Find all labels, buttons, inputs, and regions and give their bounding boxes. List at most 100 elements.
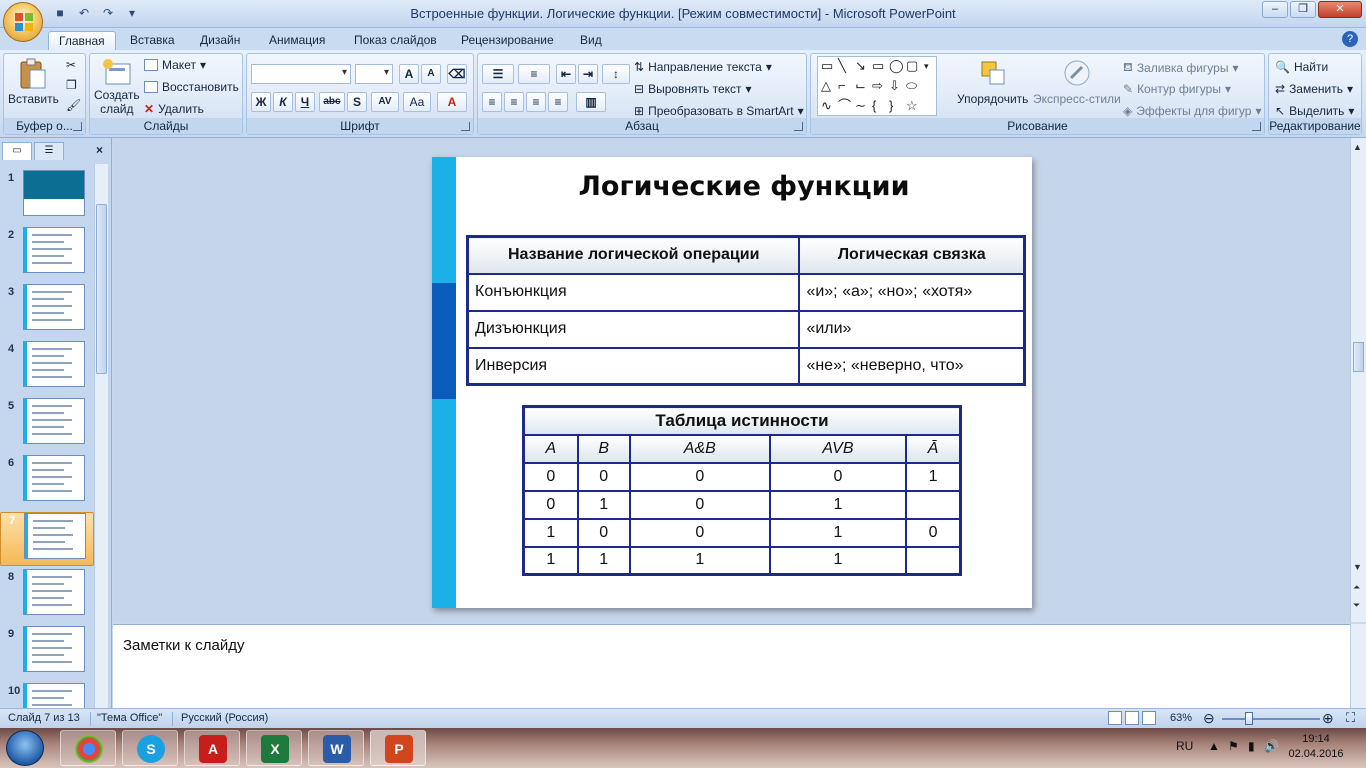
change-case-button[interactable]: Aa xyxy=(403,92,431,112)
slide-thumbnail[interactable]: 2 xyxy=(0,227,94,281)
curve-shape-icon[interactable]: ∿ xyxy=(821,99,832,113)
reset-button[interactable]: Восстановить xyxy=(144,80,239,94)
align-text-button[interactable]: ⊟ Выровнять текст ▾ xyxy=(634,82,752,96)
layout-button[interactable]: Макет ▾ xyxy=(144,58,206,72)
volume-icon[interactable]: 🔊 xyxy=(1264,739,1279,753)
tab-design[interactable]: Дизайн xyxy=(200,31,240,50)
font-launcher-icon[interactable] xyxy=(461,122,470,131)
panel-scrollbar[interactable] xyxy=(94,164,108,708)
outline-tab-icon[interactable]: ☰ xyxy=(34,142,64,160)
rectangle-shape-icon[interactable]: ▭ xyxy=(872,59,884,73)
italic-button[interactable]: К xyxy=(273,92,293,112)
format-painter-icon[interactable]: 🖌 xyxy=(66,98,81,112)
star-shape-icon[interactable]: ☆ xyxy=(906,99,918,113)
start-button-icon[interactable] xyxy=(6,730,44,766)
normal-view-icon[interactable] xyxy=(1108,711,1122,725)
minimize-button[interactable]: – xyxy=(1262,1,1288,18)
slide-thumbnail[interactable]: 4 xyxy=(0,341,94,395)
slide-canvas[interactable]: Логические функции Название логической о… xyxy=(432,157,1032,608)
decrease-indent-icon[interactable]: ⇤ xyxy=(556,64,576,84)
taskbar-acrobat[interactable]: A xyxy=(184,730,240,766)
zoom-level[interactable]: 63% xyxy=(1170,712,1192,724)
gallery-more-icon[interactable]: ▾ xyxy=(924,59,929,73)
taskbar-chrome[interactable] xyxy=(60,730,116,766)
drawing-launcher-icon[interactable] xyxy=(1252,122,1261,131)
notes-pane[interactable]: Заметки к слайду xyxy=(113,624,1350,708)
bullets-icon[interactable]: ☰ xyxy=(482,64,514,84)
language-indicator[interactable]: Русский (Россия) xyxy=(181,712,268,724)
align-right-icon[interactable]: ≡ xyxy=(526,92,546,112)
justify-icon[interactable]: ≡ xyxy=(548,92,568,112)
replace-button[interactable]: ⇄ Заменить ▾ xyxy=(1275,82,1353,96)
sorter-view-icon[interactable] xyxy=(1125,711,1139,725)
clear-format-icon[interactable]: ⌫ xyxy=(447,64,467,84)
underline-button[interactable]: Ч xyxy=(295,92,315,112)
network-icon[interactable]: ▮ xyxy=(1248,739,1255,753)
strikethrough-button[interactable]: abc xyxy=(319,92,345,112)
tab-view[interactable]: Вид xyxy=(580,31,602,50)
font-size-combo[interactable] xyxy=(355,64,393,84)
arrange-button[interactable]: Упорядочить xyxy=(957,58,1028,106)
taskbar-excel[interactable]: X xyxy=(246,730,302,766)
select-button[interactable]: ↖ Выделить ▾ xyxy=(1275,104,1354,118)
fit-slide-icon[interactable]: ⛶ xyxy=(1346,710,1355,726)
rounded-rect-shape-icon[interactable]: ▢ xyxy=(906,59,918,73)
shape-fill-button[interactable]: ⛾ Заливка фигуры ▾ xyxy=(1123,60,1238,76)
slide-thumbnail[interactable]: 6 xyxy=(0,455,94,509)
text-direction-button[interactable]: ⇅ Направление текста ▾ xyxy=(634,60,772,74)
office-button[interactable] xyxy=(3,2,43,42)
slide-thumbnail[interactable]: 9 xyxy=(0,626,94,680)
slide-title[interactable]: Логические функции xyxy=(456,171,1032,202)
prev-slide-icon[interactable]: ⏶ xyxy=(1353,582,1360,593)
notes-scrollbar[interactable] xyxy=(1350,624,1366,708)
panel-scroll-thumb[interactable] xyxy=(96,204,107,374)
char-spacing-button[interactable]: AV xyxy=(371,92,399,112)
slide-thumbnail[interactable]: 8 xyxy=(0,569,94,623)
slideshow-view-icon[interactable] xyxy=(1142,711,1156,725)
restore-button[interactable]: ❐ xyxy=(1290,1,1316,18)
zoom-in-icon[interactable]: ⊕ xyxy=(1322,710,1334,727)
clipboard-launcher-icon[interactable] xyxy=(73,122,82,131)
editor-scroll-thumb[interactable] xyxy=(1353,342,1364,372)
shadow-button[interactable]: S xyxy=(347,92,367,112)
taskbar-word[interactable]: W xyxy=(308,730,364,766)
slide-thumbnail[interactable]: 10 xyxy=(0,683,94,708)
align-center-icon[interactable]: ≡ xyxy=(504,92,524,112)
font-color-button[interactable]: A xyxy=(437,92,467,112)
shapes-gallery[interactable]: ▭ ╲ ↘ ▭ ◯ ▢ △ ⌐ ⌙ ⇨ ⇩ ⬭ ∿ ⌒ ∼ { } ☆ ▾ xyxy=(817,56,937,116)
help-icon[interactable]: ? xyxy=(1342,31,1358,47)
quick-styles-button[interactable]: Экспресс-стили xyxy=(1033,58,1121,106)
align-left-icon[interactable]: ≡ xyxy=(482,92,502,112)
tab-home[interactable]: Главная xyxy=(48,31,116,50)
operations-table[interactable]: Название логической операции Логическая … xyxy=(466,235,1026,386)
next-slide-icon[interactable]: ⏷ xyxy=(1353,600,1360,611)
copy-icon[interactable]: ❐ xyxy=(66,78,77,92)
truth-table[interactable]: Таблица истинности A B A&B AVB Ā 0 0 0 0… xyxy=(522,405,962,576)
line-spacing-icon[interactable]: ↕ xyxy=(602,64,630,84)
scroll-up-icon[interactable]: ▲ xyxy=(1353,142,1362,152)
input-language[interactable]: RU xyxy=(1176,739,1193,753)
flag-icon[interactable]: ⚑ xyxy=(1228,739,1239,753)
tab-insert[interactable]: Вставка xyxy=(130,31,175,50)
elbow-arrow-shape-icon[interactable]: ⌙ xyxy=(855,79,866,93)
left-brace-shape-icon[interactable]: { xyxy=(872,99,876,113)
find-button[interactable]: 🔍 Найти xyxy=(1275,60,1328,74)
tab-review[interactable]: Рецензирование xyxy=(461,31,554,50)
bold-button[interactable]: Ж xyxy=(251,92,271,112)
taskbar-skype[interactable]: S xyxy=(122,730,178,766)
delete-slide-button[interactable]: ✕ Удалить xyxy=(144,102,204,116)
down-arrow-shape-icon[interactable]: ⇩ xyxy=(889,79,900,93)
wave-shape-icon[interactable]: ∼ xyxy=(855,99,866,113)
elbow-shape-icon[interactable]: ⌐ xyxy=(838,79,846,93)
columns-icon[interactable]: ▥ xyxy=(576,92,606,112)
slide-thumbnail[interactable]: 7 xyxy=(0,512,94,566)
slide-thumbnail[interactable]: 3 xyxy=(0,284,94,338)
slides-tab-icon[interactable]: ▭ xyxy=(2,142,32,160)
paragraph-launcher-icon[interactable] xyxy=(794,122,803,131)
taskbar-powerpoint[interactable]: P xyxy=(370,730,426,766)
zoom-slider-track[interactable] xyxy=(1222,718,1320,720)
clock[interactable]: 19:14 02.04.2016 xyxy=(1284,732,1348,762)
zoom-out-icon[interactable]: ⊖ xyxy=(1203,710,1215,727)
increase-indent-icon[interactable]: ⇥ xyxy=(578,64,598,84)
close-button[interactable]: ✕ xyxy=(1318,1,1362,18)
